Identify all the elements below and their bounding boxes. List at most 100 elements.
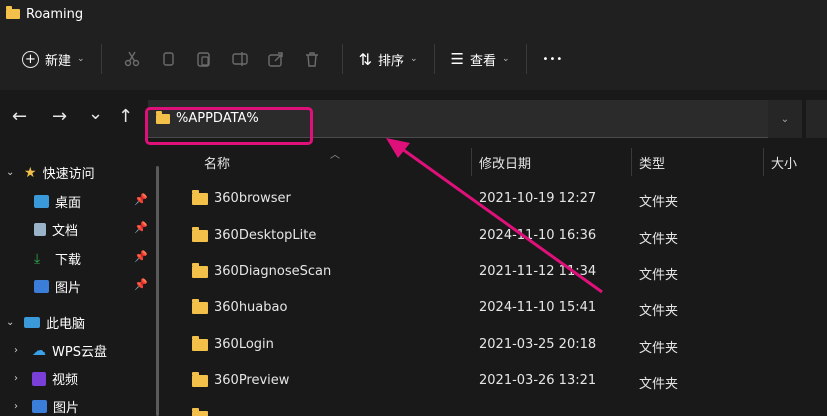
file-type: 文件夹: [639, 232, 679, 247]
sidebar-item-documents[interactable]: 文档: [34, 220, 78, 239]
chevron-down-icon: ⌄: [6, 167, 15, 178]
sort-button[interactable]: ⇅ 排序 ⌄: [355, 42, 422, 76]
back-icon[interactable]: ←: [12, 106, 27, 127]
table-row[interactable]: [172, 399, 827, 416]
file-type: 文件夹: [639, 268, 679, 283]
view-icon: ☰: [450, 50, 464, 68]
file-type: 文件夹: [639, 304, 679, 319]
recent-locations-icon[interactable]: ⌄: [88, 103, 103, 124]
highlight-box: [145, 107, 313, 145]
file-date: 2021-03-25 20:18: [479, 337, 597, 352]
column-header-size[interactable]: 大小: [771, 153, 797, 172]
file-name: 360huabao: [214, 300, 288, 315]
folder-icon: [192, 336, 208, 351]
more-icon: •••: [542, 53, 564, 65]
column-header-date[interactable]: 修改日期: [479, 153, 531, 172]
column-header-type[interactable]: 类型: [639, 153, 665, 172]
sidebar-item-quick-access[interactable]: ⌄ ★ 快速访问: [6, 163, 95, 183]
file-date: 2024-11-10 15:41: [479, 300, 597, 315]
file-date: 2021-03-26 13:21: [479, 373, 597, 388]
file-name: 360Login: [214, 337, 274, 352]
sidebar-item-desktop[interactable]: 桌面: [34, 192, 81, 211]
sidebar-item-downloads[interactable]: ⤓ 下载: [34, 249, 82, 269]
sidebar-item-label: 此电脑: [46, 317, 86, 332]
toolbar-divider: [100, 44, 102, 74]
file-name: 360browser: [214, 191, 291, 206]
download-icon: ⤓: [34, 250, 41, 267]
column-header-name[interactable]: 名称: [204, 153, 230, 172]
chevron-right-icon: ›: [14, 401, 18, 412]
more-button[interactable]: •••: [539, 42, 568, 76]
chevron-down-icon: ⌄: [780, 113, 790, 125]
folder-icon: [192, 299, 208, 314]
pin-icon[interactable]: 📌: [134, 193, 148, 206]
column-divider[interactable]: [631, 148, 632, 176]
sidebar-item-label: 快速访问: [42, 167, 95, 182]
file-type: 文件夹: [639, 341, 679, 356]
sidebar-item-videos[interactable]: › 视频: [14, 369, 78, 388]
pin-icon[interactable]: 📌: [134, 221, 148, 234]
chevron-down-icon: ⌄: [77, 54, 85, 64]
folder-icon: [192, 263, 208, 278]
file-name: 360DiagnoseScan: [214, 264, 332, 279]
sidebar-item-pictures[interactable]: 图片: [34, 277, 81, 296]
new-button[interactable]: + 新建 ⌄: [18, 42, 89, 76]
sidebar-item-label: 下载: [55, 253, 82, 268]
refresh-button[interactable]: [806, 100, 827, 138]
file-date: 2021-11-12 11:34: [479, 264, 597, 279]
new-label: 新建: [45, 53, 72, 69]
folder-icon: [192, 227, 208, 242]
sidebar-item-label: 图片: [53, 401, 80, 416]
sidebar-item-label: 桌面: [55, 196, 82, 211]
folder-icon: [192, 408, 208, 416]
address-dropdown[interactable]: ⌄: [768, 100, 802, 138]
view-label: 查看: [469, 53, 496, 69]
sidebar-scrollbar[interactable]: [156, 166, 159, 416]
file-name: 360DesktopLite: [214, 228, 317, 243]
desktop-icon: [34, 195, 49, 208]
table-row[interactable]: 360DiagnoseScan 2021-11-12 11:34 文件夹: [172, 254, 827, 290]
sort-label: 排序: [377, 53, 404, 69]
cut-icon[interactable]: [114, 42, 150, 76]
sort-icon: ⇅: [358, 49, 372, 69]
table-row[interactable]: 360DesktopLite 2024-11-10 16:36 文件夹: [172, 218, 827, 254]
folder-icon: [6, 6, 20, 19]
pictures-icon: [34, 280, 49, 293]
cloud-icon: ☁: [32, 342, 46, 359]
rename-icon[interactable]: [222, 42, 258, 76]
pin-icon[interactable]: 📌: [134, 250, 148, 263]
sidebar-item-label: 文档: [52, 224, 79, 239]
file-name: 360Preview: [214, 373, 290, 388]
table-row[interactable]: 360huabao 2024-11-10 15:41 文件夹: [172, 290, 827, 326]
delete-icon[interactable]: [294, 42, 330, 76]
command-bar: + 新建 ⌄ ⇅ 排序 ⌄ ☰ 查看 ⌄ •••: [0, 28, 827, 90]
table-row[interactable]: 360Login 2021-03-25 20:18 文件夹: [172, 327, 827, 363]
window-title: Roaming: [26, 6, 84, 22]
folder-icon: [192, 190, 208, 205]
paste-icon[interactable]: [186, 42, 222, 76]
up-icon[interactable]: ↑: [118, 106, 133, 127]
copy-icon[interactable]: [150, 42, 186, 76]
share-icon[interactable]: [258, 42, 294, 76]
computer-icon: [24, 317, 40, 328]
column-divider[interactable]: [763, 148, 764, 176]
sidebar-item-wps-cloud[interactable]: › ☁ WPS云盘: [14, 341, 107, 361]
file-type: 文件夹: [639, 195, 679, 210]
sidebar-item-pc-pictures[interactable]: › 图片: [14, 397, 79, 416]
chevron-right-icon: ›: [14, 373, 18, 384]
view-button[interactable]: ☰ 查看 ⌄: [447, 42, 514, 76]
table-row[interactable]: 360browser 2021-10-19 12:27 文件夹: [172, 181, 827, 217]
pin-icon[interactable]: 📌: [134, 278, 148, 291]
toolbar-divider: [525, 44, 527, 74]
table-row[interactable]: 360Preview 2021-03-26 13:21 文件夹: [172, 363, 827, 399]
file-date: 2021-10-19 12:27: [479, 191, 597, 206]
file-date: 2024-11-10 16:36: [479, 228, 597, 243]
chevron-down-icon: ⌄: [6, 317, 15, 328]
sidebar-item-label: WPS云盘: [52, 345, 107, 360]
sidebar-item-this-pc[interactable]: ⌄ 此电脑: [6, 313, 85, 332]
sidebar-item-label: 图片: [55, 281, 82, 296]
forward-icon[interactable]: →: [52, 106, 67, 127]
pictures-icon: [32, 400, 47, 413]
column-divider[interactable]: [471, 148, 472, 176]
title-bar: Roaming: [0, 0, 827, 28]
